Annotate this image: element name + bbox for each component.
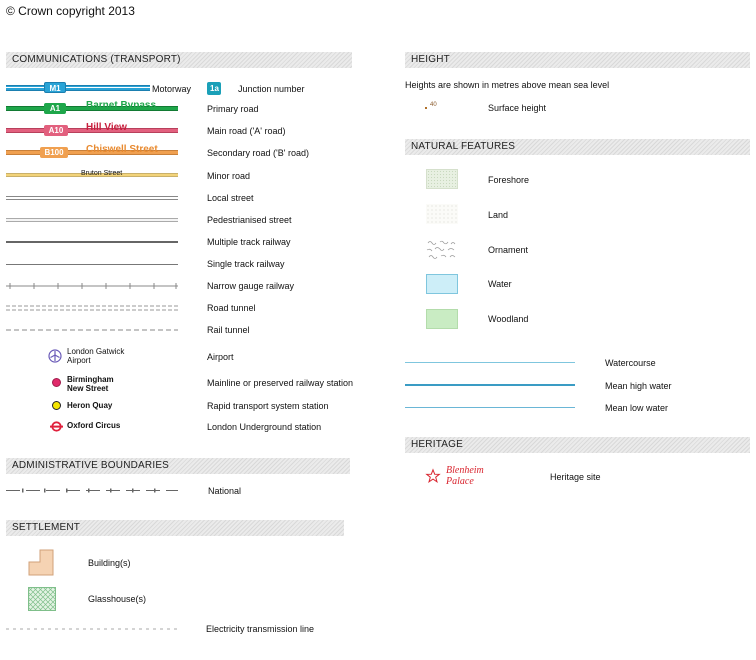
settlement-header: SETTLEMENT <box>6 520 344 536</box>
heritage-site-label: Heritage site <box>550 472 601 482</box>
secondary-road-symbol: B100 Chiswell Street <box>6 144 178 158</box>
mean-low-water-label: Mean low water <box>605 403 669 413</box>
minor-road-label: Minor road <box>207 171 251 181</box>
water-label: Water <box>488 279 512 289</box>
airport-icon <box>48 349 62 363</box>
height-header: HEIGHT <box>405 52 750 68</box>
copyright-text: © Crown copyright 2013 <box>6 4 135 18</box>
surface-height-label: Surface height <box>488 103 547 113</box>
main-road-badge: A10 <box>44 125 68 136</box>
heritage-header: HERITAGE <box>405 437 750 453</box>
mean-low-water-symbol <box>405 407 575 408</box>
ornament-swatch <box>426 240 456 259</box>
glasshouse-icon <box>28 587 56 611</box>
mainline-station-name: Birmingham New Street <box>67 375 114 393</box>
heritage-site-name-line1: Blenheim <box>446 465 484 476</box>
watercourse-label: Watercourse <box>605 358 656 368</box>
pedestrianised-street-label: Pedestrianised street <box>207 215 292 225</box>
multiple-track-railway-symbol <box>6 241 178 243</box>
mainline-station-label: Mainline or preserved railway station <box>207 378 354 388</box>
mean-high-water-symbol <box>405 384 575 386</box>
mainline-station-name-line2: New Street <box>67 384 109 393</box>
motorway-label: Motorway <box>150 84 192 94</box>
woodland-label: Woodland <box>488 314 529 324</box>
rapid-transport-station-icon <box>52 401 61 410</box>
minor-road-name: Bruton Street <box>81 170 123 177</box>
secondary-road-badge: B100 <box>40 147 68 158</box>
land-label: Land <box>488 210 509 220</box>
local-street-symbol <box>6 196 178 200</box>
mainline-station-icon <box>52 378 61 387</box>
buildings-label: Building(s) <box>88 558 131 568</box>
primary-road-symbol: A1 Barnet Bypass <box>6 100 178 114</box>
secondary-road-name: Chiswell Street <box>86 144 158 155</box>
natural-features-header: NATURAL FEATURES <box>405 139 750 155</box>
watercourse-symbol <box>405 362 575 363</box>
land-swatch <box>426 204 458 224</box>
heritage-site-name-line2: Palace <box>446 476 474 487</box>
mainline-station-name-line1: Birmingham <box>67 375 114 384</box>
ornament-label: Ornament <box>488 245 529 255</box>
rapid-transport-station-name: Heron Quay <box>67 401 113 410</box>
airport-name-line2: Airport <box>67 356 91 365</box>
road-tunnel-label: Road tunnel <box>207 303 256 313</box>
primary-road-label: Primary road <box>207 104 259 114</box>
junction-label: Junction number <box>238 84 305 94</box>
single-track-railway-symbol <box>6 264 178 265</box>
heritage-site-name: Blenheim Palace <box>446 465 484 487</box>
airport-name-line1: London Gatwick <box>67 347 125 356</box>
pedestrianised-street-symbol <box>6 218 178 222</box>
administrative-boundaries-header: ADMINISTRATIVE BOUNDARIES <box>6 458 350 474</box>
underground-station-name: Oxford Circus <box>67 421 121 430</box>
communications-header: COMMUNICATIONS (TRANSPORT) <box>6 52 352 68</box>
road-tunnel-symbol <box>6 305 178 311</box>
national-boundary-label: National <box>208 486 242 496</box>
narrow-gauge-railway-symbol <box>6 283 178 289</box>
airport-name: London Gatwick Airport <box>67 347 124 365</box>
rail-tunnel-label: Rail tunnel <box>207 325 250 335</box>
minor-road-symbol: Bruton Street <box>6 170 178 179</box>
height-note: Heights are shown in metres above mean s… <box>405 80 610 90</box>
foreshore-label: Foreshore <box>488 175 530 185</box>
electricity-line-symbol <box>6 628 178 630</box>
glasshouses-label: Glasshouse(s) <box>88 594 147 604</box>
electricity-line-label: Electricity transmission line <box>206 624 315 634</box>
rapid-transport-station-label: Rapid transport system station <box>207 401 329 411</box>
main-road-name: Hill View <box>86 122 127 133</box>
single-track-railway-label: Single track railway <box>207 259 285 269</box>
heritage-star-icon <box>425 468 441 483</box>
multiple-track-railway-label: Multiple track railway <box>207 237 291 247</box>
woodland-swatch <box>426 309 458 329</box>
mean-high-water-label: Mean high water <box>605 381 672 391</box>
underground-station-label: London Underground station <box>207 422 322 432</box>
underground-roundel-icon <box>50 421 63 432</box>
building-icon <box>28 549 54 576</box>
spot-height-symbol: 40 <box>425 102 445 112</box>
national-boundary-symbol <box>6 488 178 493</box>
rail-tunnel-symbol <box>6 329 178 331</box>
local-street-label: Local street <box>207 193 254 203</box>
airport-label: Airport <box>207 352 234 362</box>
foreshore-swatch <box>426 169 458 189</box>
secondary-road-label: Secondary road ('B' road) <box>207 148 309 158</box>
junction-badge: 1a <box>207 82 221 95</box>
primary-road-badge: A1 <box>44 103 66 114</box>
narrow-gauge-railway-label: Narrow gauge railway <box>207 281 295 291</box>
water-swatch <box>426 274 458 294</box>
spot-height-value: 40 <box>430 102 437 108</box>
primary-road-name: Barnet Bypass <box>86 100 157 111</box>
main-road-label: Main road ('A' road) <box>207 126 286 136</box>
main-road-symbol: A10 Hill View <box>6 122 178 136</box>
motorway-badge: M1 <box>44 82 66 93</box>
